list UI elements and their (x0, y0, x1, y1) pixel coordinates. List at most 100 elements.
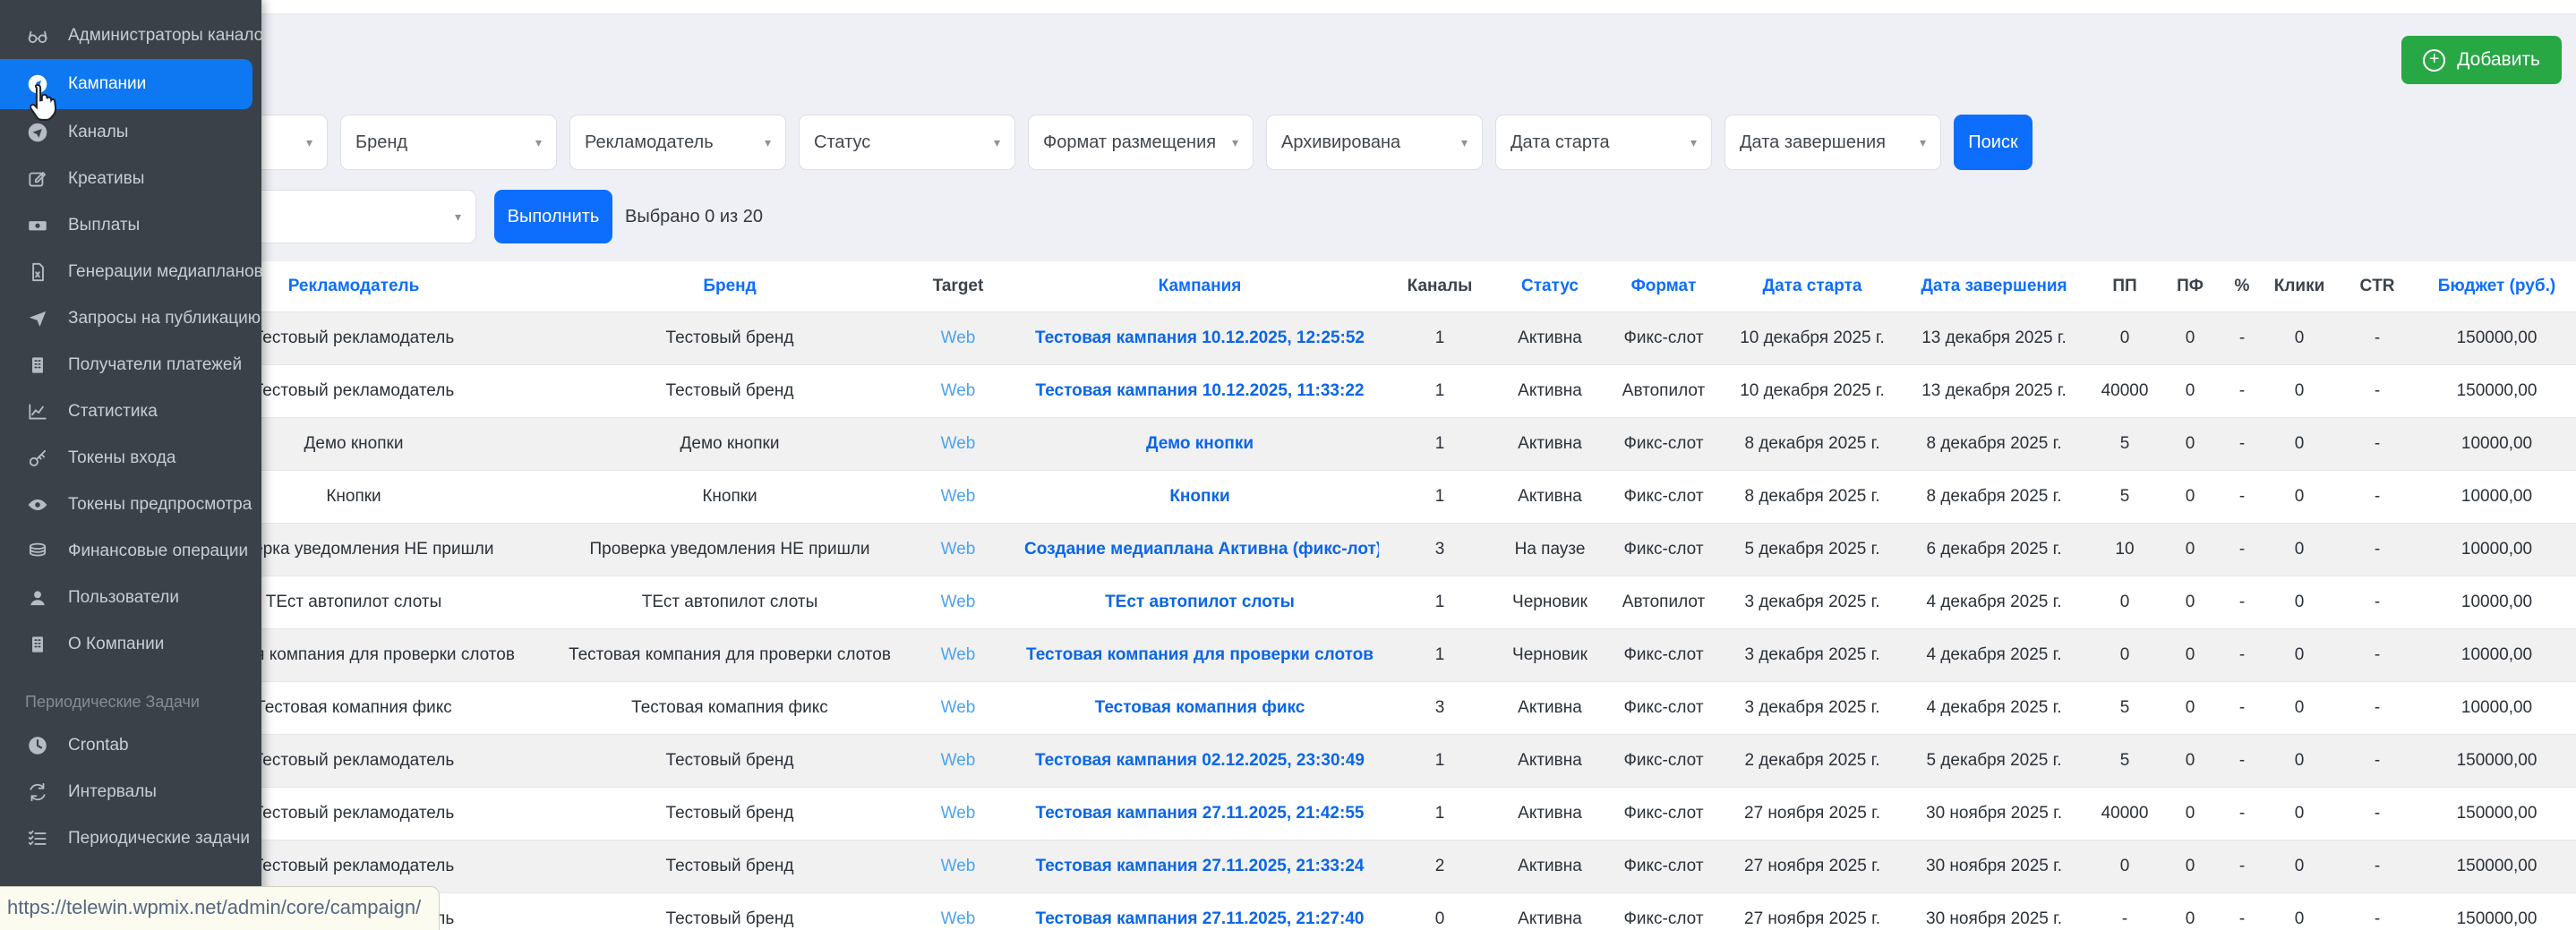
filter-start-date[interactable]: Дата старта▾ (1495, 115, 1712, 170)
cell-channels: 1 (1379, 576, 1501, 629)
sidebar-item-periodic-tasks[interactable]: Периодические задачи (0, 815, 261, 862)
filter-placement-format[interactable]: Формат размещения▾ (1028, 115, 1254, 170)
cell-clicks: 0 (2262, 629, 2337, 682)
filter-end-date[interactable]: Дата завершения▾ (1724, 115, 1941, 170)
cell-campaign: Тестовая кампания 02.12.2025, 23:30:49 (1021, 735, 1379, 788)
target-link[interactable]: Web (941, 698, 976, 717)
target-link[interactable]: Web (941, 751, 976, 770)
sidebar-item-intervals[interactable]: Интервалы (0, 769, 261, 815)
cell-ctr: - (2337, 471, 2418, 524)
column-header-формат[interactable]: Формат (1599, 261, 1728, 312)
cell-pf: 0 (2158, 312, 2222, 365)
sidebar-item-campaigns[interactable]: Кампании (0, 59, 252, 109)
sidebar-item-preview-tokens[interactable]: Токены предпросмотра (0, 482, 261, 528)
cell-clicks: 0 (2262, 788, 2337, 840)
column-header-дата-завершения[interactable]: Дата завершения (1896, 261, 2092, 312)
target-link[interactable]: Web (941, 804, 976, 823)
selected-count-text: Выбрано 0 из 20 (625, 207, 763, 227)
campaign-link[interactable]: Создание медиаплана Активна (фикс-лот) (1024, 540, 1379, 559)
campaign-link[interactable]: Тестовая кампания 10.12.2025, 11:33:22 (1036, 381, 1365, 400)
target-link[interactable]: Web (941, 328, 976, 347)
campaign-link[interactable]: Тестовая кампания 27.11.2025, 21:27:40 (1036, 909, 1365, 928)
filter-archived[interactable]: Архивирована▾ (1266, 115, 1483, 170)
sidebar-item-mediaplan-generations[interactable]: Генерации медиапланов (0, 249, 261, 295)
cell-clicks: 0 (2262, 682, 2337, 735)
column-header-%: % (2222, 261, 2262, 312)
campaign-link[interactable]: Тестовая комапния фикс (1095, 698, 1305, 717)
cell-ctr: - (2337, 365, 2418, 418)
campaign-link[interactable]: Тестовая компания для проверки слотов (1026, 645, 1374, 664)
sidebar-item-channel-admins[interactable]: Администраторы каналов (0, 13, 261, 59)
cell-channels: 3 (1379, 524, 1501, 576)
sidebar-item-about-company[interactable]: О Компании (0, 621, 261, 668)
sidebar-item-statistics[interactable]: Статистика (0, 388, 261, 435)
cell-brand: Тестовый бренд (564, 312, 895, 365)
column-header-дата-старта[interactable]: Дата старта (1728, 261, 1896, 312)
chevron-down-icon: ▾ (1461, 135, 1468, 150)
cell-status: На паузе (1501, 524, 1599, 576)
cell-brand: Тестовая комапния фикс (564, 682, 895, 735)
filter-brand[interactable]: Бренд▾ (340, 115, 557, 170)
cell-pp: 0 (2092, 576, 2158, 629)
sidebar-item-channels[interactable]: Каналы (0, 109, 261, 156)
cell-format: Автопилот (1599, 576, 1728, 629)
target-link[interactable]: Web (941, 909, 976, 928)
campaign-link[interactable]: Тестовая кампания 02.12.2025, 23:30:49 (1035, 751, 1365, 770)
target-link[interactable]: Web (941, 540, 976, 559)
target-link[interactable]: Web (941, 857, 976, 875)
filter-label: Рекламодатель (585, 132, 714, 153)
campaign-link[interactable]: ТЕст автопилот слоты (1105, 593, 1295, 611)
table-row: Демо кнопкиДемо кнопкиWebДемо кнопки1Акт… (143, 418, 2576, 471)
target-link[interactable]: Web (941, 434, 976, 453)
cell-ctr: - (2337, 682, 2418, 735)
filter-advertiser[interactable]: Рекламодатель▾ (569, 115, 786, 170)
refresh-icon (25, 781, 49, 805)
column-header-клики: Клики (2262, 261, 2337, 312)
sidebar-item-label: Интервалы (68, 782, 157, 802)
campaign-link[interactable]: Тестовая кампания 27.11.2025, 21:42:55 (1036, 804, 1365, 823)
sidebar-item-financial-operations[interactable]: Финансовые операции (0, 528, 261, 575)
sidebar-item-creatives[interactable]: Креативы (0, 156, 261, 202)
sidebar-item-payment-recipients[interactable]: Получатели платежей (0, 342, 261, 388)
edit-icon (25, 167, 49, 192)
execute-button[interactable]: Выполнить (494, 190, 612, 243)
sidebar-item-publication-requests[interactable]: Запросы на публикацию от (0, 295, 261, 342)
cell-campaign: Создание медиаплана Активна (фикс-лот) (1021, 524, 1379, 576)
target-link[interactable]: Web (941, 381, 976, 400)
target-link[interactable]: Web (941, 487, 976, 506)
cell-budget: 10000,00 (2418, 418, 2576, 471)
filter-status[interactable]: Статус▾ (799, 115, 1015, 170)
cell-status: Активна (1501, 365, 1599, 418)
cell-campaign: Тестовая кампания 10.12.2025, 11:33:22 (1021, 365, 1379, 418)
column-header-кампания[interactable]: Кампания (1021, 261, 1379, 312)
column-header-бренд[interactable]: Бренд (564, 261, 895, 312)
cell-status: Черновик (1501, 629, 1599, 682)
target-link[interactable]: Web (941, 593, 976, 611)
sidebar-item-label: Статистика (68, 402, 158, 422)
campaign-link[interactable]: Кнопки (1169, 487, 1229, 506)
cell-pp: 5 (2092, 418, 2158, 471)
column-header-статус[interactable]: Статус (1501, 261, 1599, 312)
table-row: ТЕст автопилот слотыТЕст автопилот слоты… (143, 576, 2576, 629)
cell-pp: 40000 (2092, 365, 2158, 418)
cell-format: Фикс-слот (1599, 840, 1728, 893)
sidebar-item-users[interactable]: Пользователи (0, 575, 261, 621)
sidebar-item-crontab[interactable]: Crontab (0, 722, 261, 769)
add-button[interactable]: + Добавить (2401, 36, 2562, 84)
cell-start-date: 27 ноября 2025 г. (1728, 840, 1896, 893)
campaign-link[interactable]: Тестовая кампания 10.12.2025, 12:25:52 (1035, 328, 1365, 347)
cell-pf: 0 (2158, 629, 2222, 682)
cell-campaign: Кнопки (1021, 471, 1379, 524)
sidebar-item-label: Токены предпросмотра (68, 495, 252, 515)
cell-budget: 150000,00 (2418, 893, 2576, 930)
target-link[interactable]: Web (941, 645, 976, 664)
cell-end-date: 4 декабря 2025 г. (1896, 576, 2092, 629)
cell-start-date: 27 ноября 2025 г. (1728, 893, 1896, 930)
cell-budget: 10000,00 (2418, 576, 2576, 629)
sidebar-item-login-tokens[interactable]: Токены входа (0, 435, 261, 482)
search-button[interactable]: Поиск (1954, 115, 2033, 170)
campaign-link[interactable]: Тестовая кампания 27.11.2025, 21:33:24 (1036, 857, 1365, 875)
column-header-бюджет-руб-[interactable]: Бюджет (руб.) (2418, 261, 2576, 312)
campaign-link[interactable]: Демо кнопки (1146, 434, 1254, 453)
sidebar-item-payouts[interactable]: Выплаты (0, 202, 261, 249)
